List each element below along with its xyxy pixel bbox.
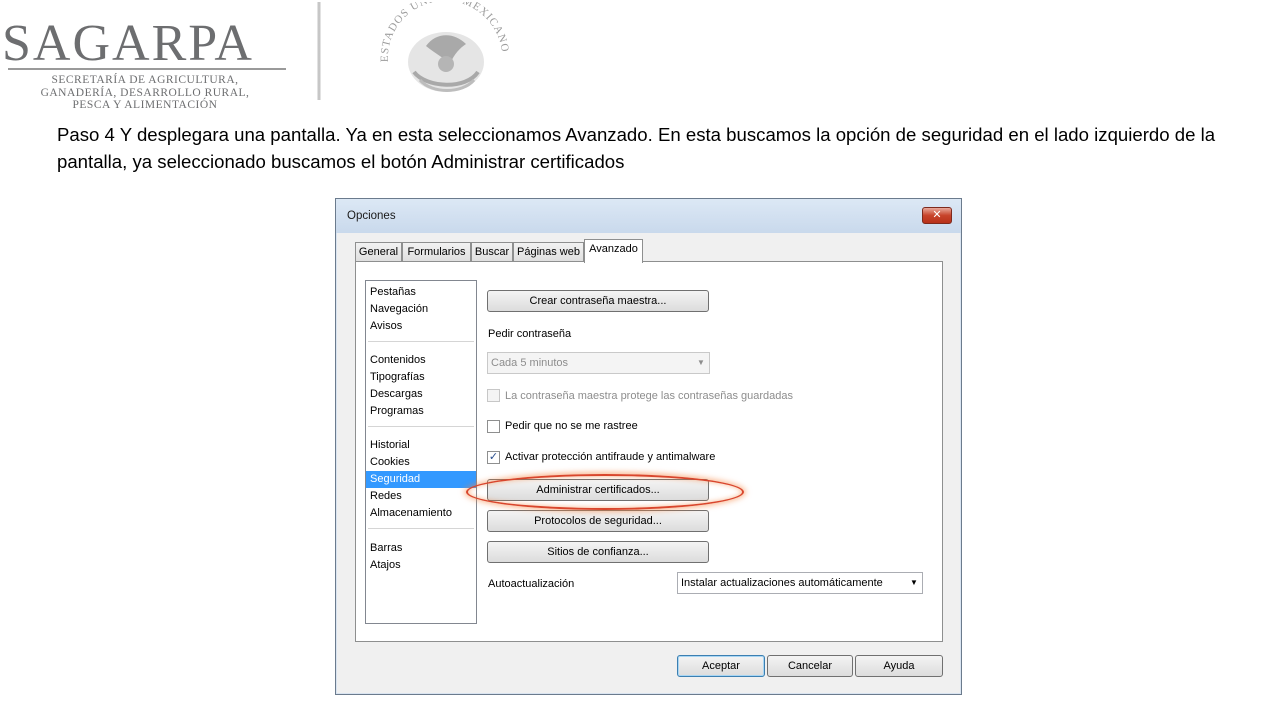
logo-subtitle-line: GANADERÍA, DESARROLLO RURAL, — [40, 86, 250, 99]
do-not-track-label: Pedir que no se me rastree — [505, 420, 638, 432]
cancel-button[interactable]: Cancelar — [767, 655, 853, 677]
category-separator — [368, 426, 474, 427]
logo-subtitle-line: PESCA Y ALIMENTACIÓN — [72, 99, 218, 111]
security-protocols-button[interactable]: Protocolos de seguridad... — [487, 510, 709, 532]
category-item[interactable]: Almacenamiento — [366, 505, 476, 522]
tab-buscar[interactable]: Buscar — [471, 242, 513, 262]
category-item[interactable]: Pestañas — [366, 284, 476, 301]
auto-update-label: Autoactualización — [488, 578, 575, 590]
instruction-text: Paso 4 Y desplegara una pantalla. Ya en … — [57, 124, 1216, 172]
master-protect-checkbox[interactable] — [487, 389, 500, 402]
category-item[interactable]: Redes — [366, 488, 476, 505]
ask-password-value: Cada 5 minutos — [491, 357, 569, 369]
category-item[interactable]: Historial — [366, 437, 476, 454]
close-button[interactable]: ✕ — [922, 207, 952, 224]
options-dialog: Opciones ✕ General Formularios Buscar Pá… — [335, 198, 962, 695]
category-item[interactable]: Avisos — [366, 318, 476, 335]
category-item[interactable]: Cookies — [366, 454, 476, 471]
logo-wordmark: SAGARPA — [2, 15, 254, 72]
auto-update-value: Instalar actualizaciones automáticamente — [681, 577, 883, 589]
master-protect-label: La contraseña maestra protege las contra… — [505, 390, 794, 402]
category-item[interactable]: Descargas — [366, 386, 476, 403]
tab-general[interactable]: General — [355, 242, 402, 262]
ask-password-label: Pedir contraseña — [488, 328, 572, 340]
advanced-panel: Pestañas Navegación Avisos Contenidos Ti… — [355, 261, 943, 642]
close-icon: ✕ — [932, 209, 942, 221]
header-divider — [317, 2, 321, 100]
fraud-protection-checkbox[interactable]: ✓ — [487, 451, 500, 464]
category-separator — [368, 528, 474, 529]
category-separator — [368, 341, 474, 342]
check-icon: ✓ — [488, 451, 499, 463]
logo-rule — [8, 68, 286, 70]
fraud-protection-label: Activar protección antifraude y antimalw… — [505, 451, 716, 463]
category-item[interactable]: Programas — [366, 403, 476, 420]
manage-certificates-button[interactable]: Administrar certificados... — [487, 479, 709, 501]
tab-paginas-web[interactable]: Páginas web — [513, 242, 584, 262]
do-not-track-checkbox[interactable] — [487, 420, 500, 433]
tab-avanzado[interactable]: Avanzado — [584, 239, 643, 263]
ask-password-select[interactable]: Cada 5 minutos ▼ — [487, 352, 710, 374]
create-master-password-button[interactable]: Crear contraseña maestra... — [487, 290, 709, 312]
auto-update-select[interactable]: Instalar actualizaciones automáticamente… — [677, 572, 923, 594]
logo-subtitle-line: SECRETARÍA DE AGRICULTURA, — [51, 74, 239, 86]
category-list[interactable]: Pestañas Navegación Avisos Contenidos Ti… — [365, 280, 477, 624]
category-item[interactable]: Navegación — [366, 301, 476, 318]
logo-subtitle: SECRETARÍA DE AGRICULTURA, GANADERÍA, DE… — [0, 74, 290, 112]
category-item[interactable]: Tipografías — [366, 369, 476, 386]
help-button[interactable]: Ayuda — [855, 655, 943, 677]
dialog-titlebar: Opciones ✕ — [336, 199, 961, 233]
trusted-sites-button[interactable]: Sitios de confianza... — [487, 541, 709, 563]
accept-button[interactable]: Aceptar — [677, 655, 765, 677]
dialog-title: Opciones — [347, 210, 396, 222]
tab-formularios[interactable]: Formularios — [402, 242, 471, 262]
category-item[interactable]: Contenidos — [366, 352, 476, 369]
mexican-seal-icon: ESTADOS UNIDOS MEXICANOS — [370, 2, 510, 92]
category-item[interactable]: Atajos — [366, 557, 476, 574]
chevron-down-icon: ▼ — [697, 358, 705, 367]
category-item[interactable]: Barras — [366, 540, 476, 557]
chevron-down-icon: ▼ — [910, 578, 918, 587]
category-item-seguridad[interactable]: Seguridad — [366, 471, 476, 488]
